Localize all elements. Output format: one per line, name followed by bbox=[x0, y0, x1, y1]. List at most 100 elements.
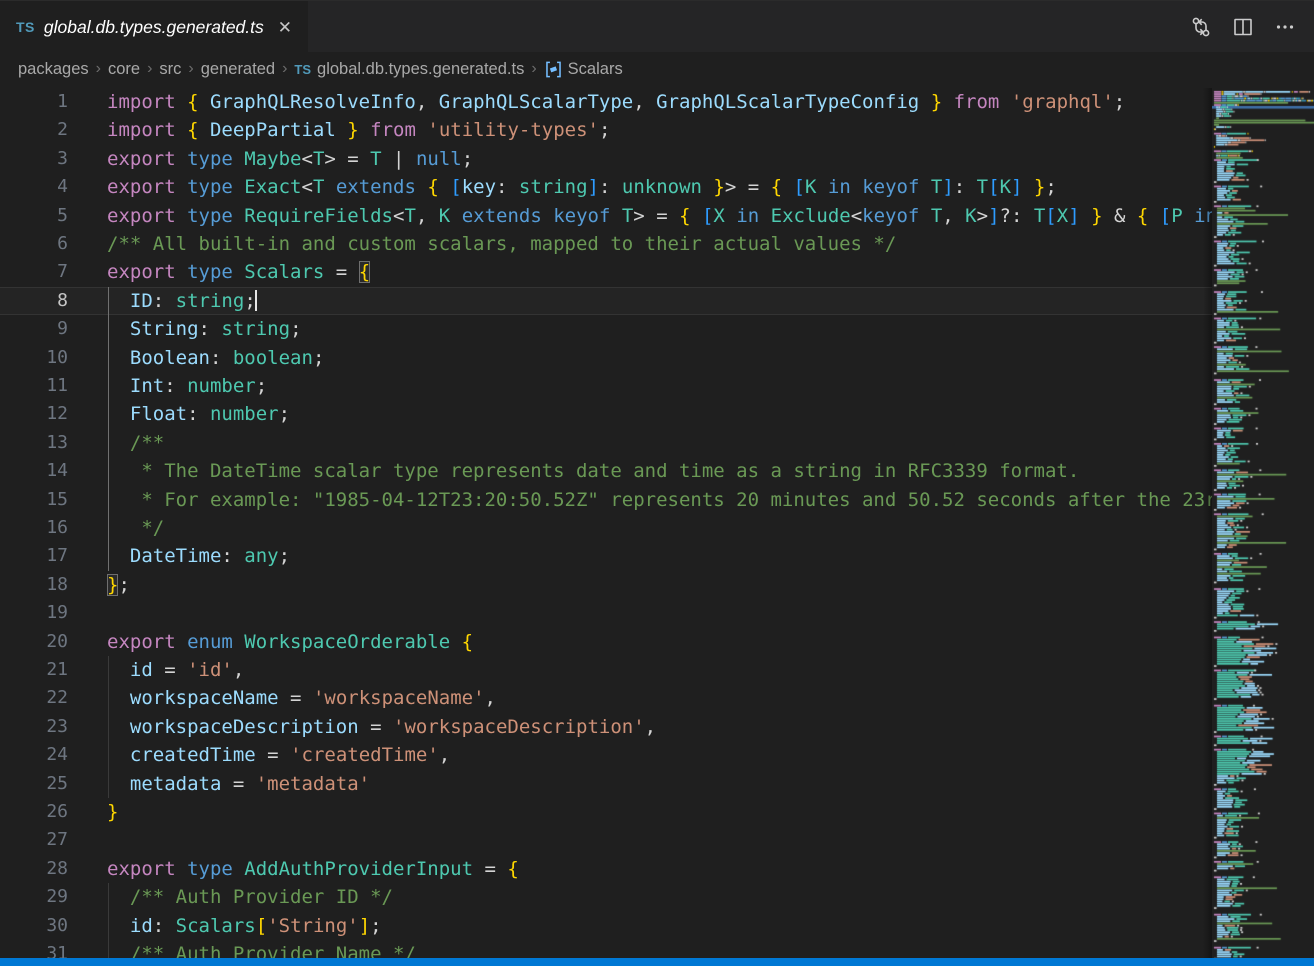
line-number[interactable]: 11 bbox=[0, 372, 68, 400]
line-number[interactable]: 18 bbox=[0, 571, 68, 599]
code-line[interactable]: 30 id: Scalars['String']; bbox=[0, 912, 1212, 940]
code-text: DateTime: any; bbox=[107, 542, 290, 570]
file-tab[interactable]: TS global.db.types.generated.ts ✕ bbox=[0, 1, 308, 53]
code-line[interactable]: 10 Boolean: boolean; bbox=[0, 344, 1212, 372]
line-number[interactable]: 10 bbox=[0, 344, 68, 372]
code-line[interactable]: 14 * The DateTime scalar type represents… bbox=[0, 457, 1212, 485]
text-cursor bbox=[255, 290, 257, 311]
code-line[interactable]: 29 /** Auth Provider ID */ bbox=[0, 883, 1212, 911]
code-line[interactable]: 9 String: string; bbox=[0, 315, 1212, 343]
line-number[interactable]: 14 bbox=[0, 457, 68, 485]
code-line[interactable]: 21 id = 'id', bbox=[0, 656, 1212, 684]
line-number[interactable]: 23 bbox=[0, 713, 68, 741]
line-number[interactable]: 27 bbox=[0, 826, 68, 854]
code-line[interactable]: 22 workspaceName = 'workspaceName', bbox=[0, 684, 1212, 712]
code-line[interactable]: 19 bbox=[0, 599, 1212, 627]
code-text: export enum WorkspaceOrderable { bbox=[107, 628, 473, 656]
code-text: */ bbox=[107, 514, 164, 542]
code-text: export type Maybe<T> = T | null; bbox=[107, 145, 473, 173]
line-number[interactable]: 16 bbox=[0, 514, 68, 542]
line-number[interactable]: 25 bbox=[0, 770, 68, 798]
code-line[interactable]: 17 DateTime: any; bbox=[0, 542, 1212, 570]
code-line[interactable]: 2 import { DeepPartial } from 'utility-ty… bbox=[0, 116, 1212, 144]
minimap-shadow bbox=[1203, 88, 1212, 966]
code-text: /** bbox=[107, 429, 164, 457]
breadcrumb-item-packages[interactable]: packages bbox=[18, 60, 89, 79]
code-text: } bbox=[107, 798, 118, 826]
code-text: /** All built-in and custom scalars, map… bbox=[107, 230, 896, 258]
code-line[interactable]: 23 workspaceDescription = 'workspaceDesc… bbox=[0, 713, 1212, 741]
code-line[interactable]: 24 createdTime = 'createdTime', bbox=[0, 741, 1212, 769]
line-number[interactable]: 30 bbox=[0, 912, 68, 940]
chevron-right-icon: › bbox=[188, 60, 193, 78]
code-text: Boolean: boolean; bbox=[107, 344, 324, 372]
matched-bracket: { bbox=[359, 261, 370, 283]
typescript-file-icon: TS bbox=[294, 62, 311, 77]
code-line[interactable]: 18}; bbox=[0, 571, 1212, 599]
line-number[interactable]: 8 bbox=[0, 287, 68, 315]
code-line[interactable]: 3 export type Maybe<T> = T | null; bbox=[0, 145, 1212, 173]
code-line[interactable]: 25 metadata = 'metadata' bbox=[0, 770, 1212, 798]
code-line[interactable]: 28export type AddAuthProviderInput = { bbox=[0, 855, 1212, 883]
line-number[interactable]: 28 bbox=[0, 855, 68, 883]
line-number[interactable]: 4 bbox=[0, 173, 68, 201]
code-text: Float: number; bbox=[107, 400, 290, 428]
code-line[interactable]: 16 */ bbox=[0, 514, 1212, 542]
chevron-right-icon: › bbox=[147, 60, 152, 78]
code-editor[interactable]: 1import { GraphQLResolveInfo, GraphQLSca… bbox=[0, 88, 1212, 966]
line-number[interactable]: 12 bbox=[0, 400, 68, 428]
code-line[interactable]: 13 /** bbox=[0, 429, 1212, 457]
code-line[interactable]: 12 Float: number; bbox=[0, 400, 1212, 428]
code-line[interactable]: 20 export enum WorkspaceOrderable { bbox=[0, 628, 1212, 656]
line-number[interactable]: 7 bbox=[0, 258, 68, 286]
line-number[interactable]: 5 bbox=[0, 202, 68, 230]
code-line[interactable]: 15 * For example: "1985-04-12T23:20:50.5… bbox=[0, 486, 1212, 514]
split-editor-icon[interactable] bbox=[1226, 10, 1260, 44]
code-line[interactable]: 11 Int: number; bbox=[0, 372, 1212, 400]
line-number[interactable]: 9 bbox=[0, 315, 68, 343]
more-actions-icon[interactable] bbox=[1268, 10, 1302, 44]
code-text: import { DeepPartial } from 'utility-typ… bbox=[107, 116, 610, 144]
minimap[interactable] bbox=[1212, 88, 1314, 966]
line-number[interactable]: 21 bbox=[0, 656, 68, 684]
line-number[interactable]: 15 bbox=[0, 486, 68, 514]
code-text: * For example: "1985-04-12T23:20:50.52Z"… bbox=[107, 486, 1212, 514]
line-number[interactable]: 20 bbox=[0, 628, 68, 656]
line-number[interactable]: 6 bbox=[0, 230, 68, 258]
code-text: export type Scalars = { bbox=[107, 258, 370, 286]
code-line[interactable]: 6 /** All built-in and custom scalars, ma… bbox=[0, 230, 1212, 258]
open-changes-icon[interactable] bbox=[1184, 10, 1218, 44]
code-text: id: Scalars['String']; bbox=[107, 912, 382, 940]
breadcrumb-item-symbol[interactable]: Scalars bbox=[544, 60, 623, 79]
close-icon[interactable]: ✕ bbox=[278, 19, 292, 36]
line-number[interactable]: 3 bbox=[0, 145, 68, 173]
code-line[interactable]: 8 ID: string; bbox=[0, 287, 1212, 315]
code-line[interactable]: 26} bbox=[0, 798, 1212, 826]
code-line[interactable]: 7 export type Scalars = { bbox=[0, 258, 1212, 286]
status-bar bbox=[0, 958, 1314, 966]
line-number[interactable]: 22 bbox=[0, 684, 68, 712]
code-line[interactable]: 1import { GraphQLResolveInfo, GraphQLSca… bbox=[0, 88, 1212, 116]
line-number[interactable]: 13 bbox=[0, 429, 68, 457]
matched-bracket: } bbox=[107, 574, 118, 596]
breadcrumb-item-src[interactable]: src bbox=[159, 60, 181, 79]
breadcrumb-item-file[interactable]: TSglobal.db.types.generated.ts bbox=[294, 60, 524, 79]
line-number[interactable]: 1 bbox=[0, 88, 68, 116]
code-text: ID: string; bbox=[107, 287, 257, 315]
code-text: createdTime = 'createdTime', bbox=[107, 741, 450, 769]
line-number[interactable]: 2 bbox=[0, 116, 68, 144]
breadcrumb-item-core[interactable]: core bbox=[108, 60, 140, 79]
line-number[interactable]: 26 bbox=[0, 798, 68, 826]
line-number[interactable]: 24 bbox=[0, 741, 68, 769]
tab-bar: TS global.db.types.generated.ts ✕ bbox=[0, 0, 1314, 52]
code-line[interactable]: 27 bbox=[0, 826, 1212, 854]
code-line[interactable]: 4export type Exact<T extends { [key: str… bbox=[0, 173, 1212, 201]
breadcrumb-item-generated[interactable]: generated bbox=[201, 60, 275, 79]
line-number[interactable]: 19 bbox=[0, 599, 68, 627]
line-number[interactable]: 17 bbox=[0, 542, 68, 570]
code-text: /** Auth Provider ID */ bbox=[107, 883, 393, 911]
line-number[interactable]: 29 bbox=[0, 883, 68, 911]
chevron-right-icon: › bbox=[531, 60, 536, 78]
code-line[interactable]: 5export type RequireFields<T, K extends … bbox=[0, 202, 1212, 230]
code-text: id = 'id', bbox=[107, 656, 244, 684]
